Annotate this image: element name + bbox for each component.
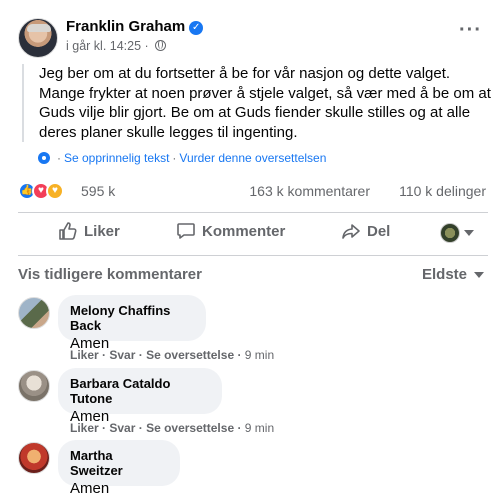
globe-icon <box>155 40 167 51</box>
reaction-count[interactable]: 595 k <box>81 183 115 199</box>
post-timestamp[interactable]: i går kl. 14:25 · <box>66 39 149 53</box>
comment-like-link[interactable]: Liker <box>70 421 99 435</box>
comment-reply-link[interactable]: Svar <box>109 348 135 362</box>
thumbs-up-icon <box>59 222 77 240</box>
comment-reply-link[interactable]: Svar <box>109 421 135 435</box>
comment-bubble: Martha Sweitzer Amen <box>58 440 180 493</box>
comment-button[interactable]: Kommenter <box>176 221 285 241</box>
comment-label: Kommenter <box>202 222 286 240</box>
divider <box>18 255 488 256</box>
avatar[interactable] <box>18 370 50 402</box>
post-actions: Liker Kommenter Del <box>18 213 488 253</box>
commenter-name[interactable]: Melony Chaffins Back <box>70 303 194 333</box>
comment-bubble: Barbara Cataldo Tutone Amen <box>58 368 222 425</box>
commenter-name[interactable]: Martha Sweitzer <box>70 448 168 478</box>
rate-translation-link[interactable]: Vurder denne oversettelsen <box>179 151 326 165</box>
post-stats: 👍 ♥ ♥ 595 k 163 k kommentarer 110 k deli… <box>18 180 488 202</box>
more-options-icon[interactable]: ··· <box>459 20 482 40</box>
comment-time[interactable]: 9 min <box>245 421 274 435</box>
comment-sort-dropdown[interactable]: Eldste <box>422 266 484 283</box>
comment-actions: Liker · Svar · Se oversettelse · 9 min <box>70 348 275 362</box>
like-button[interactable]: Liker <box>58 221 120 241</box>
verified-badge-icon: ✓ <box>189 21 204 35</box>
sort-label: Eldste <box>421 266 467 283</box>
share-icon <box>342 224 360 239</box>
avatar[interactable] <box>18 442 50 474</box>
view-previous-comments[interactable]: Vis tidligere kommentarer <box>18 266 202 283</box>
like-label: Liker <box>84 222 120 240</box>
comment-like-link[interactable]: Liker <box>70 348 99 362</box>
comment-translate-link[interactable]: Se oversettelse <box>146 348 234 362</box>
comment-count[interactable]: 163 k kommentarer <box>249 183 370 199</box>
author-avatar[interactable] <box>18 18 58 58</box>
author-name[interactable]: Franklin Graham <box>66 18 185 35</box>
author-name-row: Franklin Graham ✓ <box>66 18 204 35</box>
post-header: Franklin Graham ✓ i går kl. 14:25 · ··· <box>18 16 488 60</box>
see-original-link[interactable]: Se opprinnelig tekst <box>64 151 169 165</box>
comment-bubble: Melony Chaffins Back Amen <box>58 295 206 352</box>
comment-time[interactable]: 9 min <box>245 348 274 362</box>
share-label: Del <box>367 222 391 240</box>
chevron-down-icon <box>474 271 484 278</box>
post-text: Jeg ber om at du fortsetter å be for vår… <box>22 64 492 142</box>
profile-switcher[interactable] <box>440 223 474 243</box>
care-reaction-icon[interactable]: ♥ <box>46 182 64 200</box>
comment-text: Amen <box>70 480 110 493</box>
gear-icon <box>38 152 50 164</box>
comment-icon <box>177 223 195 239</box>
comment-actions: Liker · Svar · Se oversettelse · 9 min <box>70 421 275 435</box>
share-count[interactable]: 110 k delinger <box>399 183 486 199</box>
avatar[interactable] <box>18 297 50 329</box>
chevron-down-icon <box>464 230 474 236</box>
share-button[interactable]: Del <box>341 221 390 241</box>
commenter-name[interactable]: Barbara Cataldo Tutone <box>70 376 210 406</box>
translation-row: · Se opprinnelig tekst · Vurder denne overs… <box>38 151 326 165</box>
comment-translate-link[interactable]: Se oversettelse <box>146 421 234 435</box>
profile-avatar <box>440 223 460 243</box>
post-meta: i går kl. 14:25 · <box>66 39 167 53</box>
